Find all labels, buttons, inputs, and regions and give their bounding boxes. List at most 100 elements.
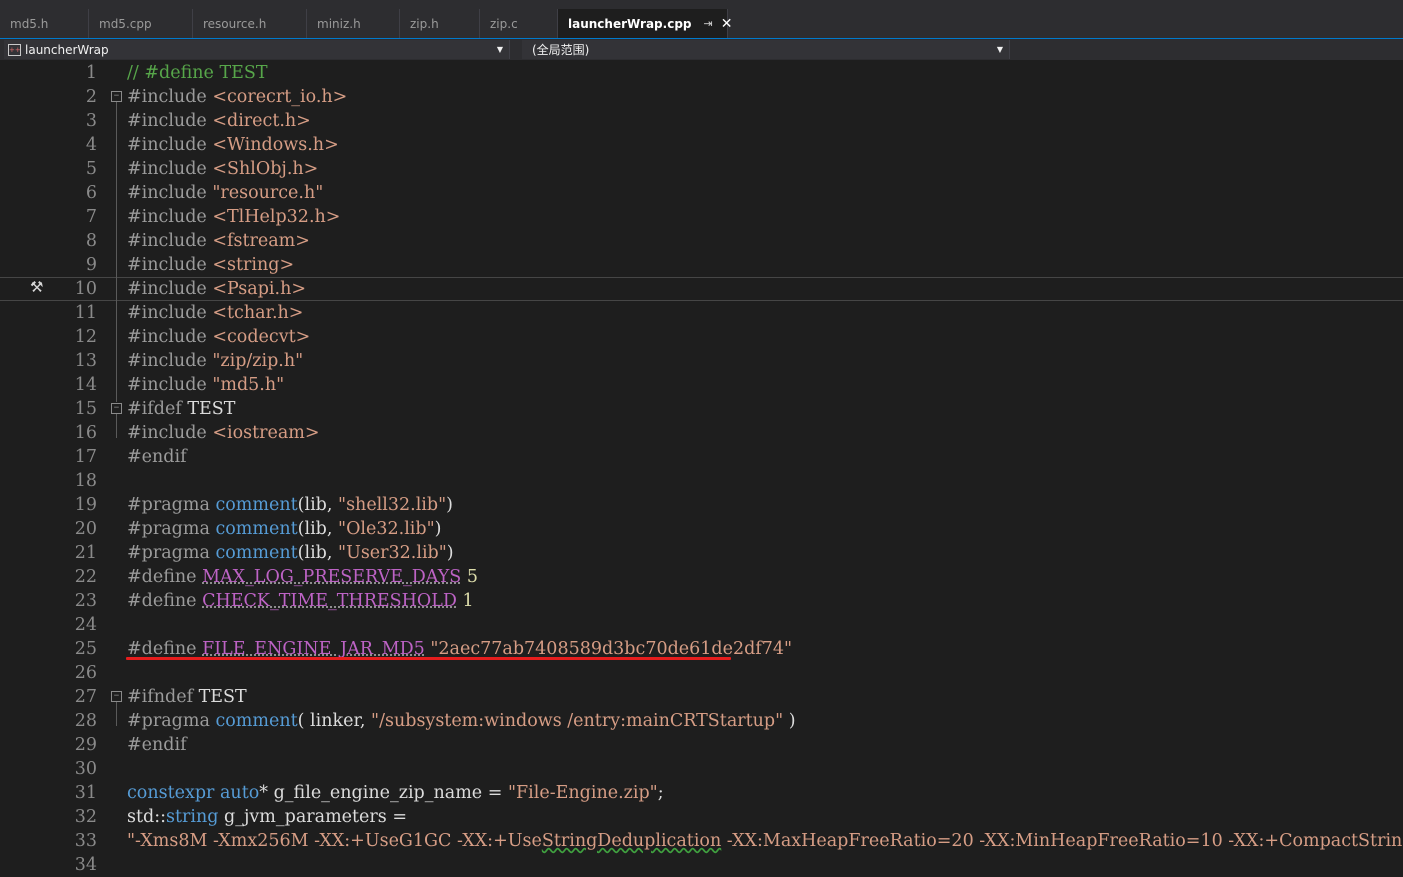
code-token: TEST xyxy=(198,687,247,707)
code-line[interactable]: 4 #include <Windows.h> xyxy=(0,133,1403,157)
code-line[interactable]: 10 #include <Psapi.h> xyxy=(0,277,1403,301)
scope-dropdown[interactable]: (全局范围) ▼ xyxy=(522,40,1010,59)
code-token: constexpr xyxy=(127,783,215,803)
code-token: ; xyxy=(657,783,664,803)
project-name: launcherWrap xyxy=(25,42,109,57)
tab-label: md5.cpp xyxy=(99,16,152,31)
pin-icon[interactable]: ⇥ xyxy=(704,17,713,30)
code-token: <tchar.h> xyxy=(212,303,304,323)
project-dropdown[interactable]: ++ launcherWrap ▼ xyxy=(4,40,510,59)
code-token: (lib, xyxy=(297,519,339,539)
code-line[interactable]: 13 #include "zip/zip.h" xyxy=(0,349,1403,373)
chevron-down-icon: ▼ xyxy=(996,45,1003,54)
code-token: #define xyxy=(127,591,203,611)
code-line[interactable]: 29 #endif xyxy=(0,733,1403,757)
code-token: #include xyxy=(127,303,213,323)
code-token: ( linker, xyxy=(297,711,372,731)
line-number: 3 xyxy=(85,111,97,131)
code-line[interactable]: 30 xyxy=(0,757,1403,781)
line-number: 22 xyxy=(74,567,97,587)
code-token: * g_file_engine_zip_name = xyxy=(259,783,508,803)
line-number: 14 xyxy=(74,375,97,395)
code-token: ) xyxy=(446,495,453,515)
close-icon[interactable]: ✕ xyxy=(721,16,733,32)
code-token: MAX_LOG_PRESERVE_DAYS xyxy=(202,567,462,587)
code-line[interactable]: 5 #include <ShlObj.h> xyxy=(0,157,1403,181)
tab-miniz-h[interactable]: miniz.h xyxy=(307,9,400,38)
code-token: <TlHelp32.h> xyxy=(212,207,341,227)
line-number: 13 xyxy=(74,351,97,371)
code-line[interactable]: 15 #ifdef TEST xyxy=(0,397,1403,421)
code-token: #pragma xyxy=(127,519,216,539)
code-token: #endif xyxy=(127,447,187,467)
code-text: #ifndef TEST xyxy=(127,685,247,709)
code-line[interactable]: 9 #include <string> xyxy=(0,253,1403,277)
code-line[interactable]: 19 #pragma comment(lib, "shell32.lib") xyxy=(0,493,1403,517)
code-token: #pragma xyxy=(127,495,216,515)
code-token: #ifdef xyxy=(127,399,188,419)
tab-label: zip.h xyxy=(410,16,439,31)
code-token: "-Xms8M -Xmx256M -XX:+UseG1GC -XX:+Use xyxy=(127,831,542,851)
code-line[interactable]: 31 constexpr auto* g_file_engine_zip_name… xyxy=(0,781,1403,805)
code-line[interactable]: 33 "-Xms8M -Xmx256M -XX:+UseG1GC -XX:+Use… xyxy=(0,829,1403,853)
code-line[interactable]: 32 std::string g_jvm_parameters = xyxy=(0,805,1403,829)
code-line[interactable]: 12 #include <codecvt> xyxy=(0,325,1403,349)
code-line[interactable]: 14 #include "md5.h" xyxy=(0,373,1403,397)
code-token: #ifndef xyxy=(127,687,199,707)
collapse-icon[interactable]: − xyxy=(111,691,122,702)
code-token: "shell32.lib" xyxy=(338,495,447,515)
hammer-icon[interactable]: ⚒ xyxy=(30,278,43,296)
code-token: 5 xyxy=(466,567,478,587)
tab-md5-h[interactable]: md5.h xyxy=(0,9,89,38)
code-token: string xyxy=(166,807,219,827)
code-line[interactable]: 18 xyxy=(0,469,1403,493)
code-line[interactable]: 3 #include <direct.h> xyxy=(0,109,1403,133)
code-line[interactable]: 8 #include <fstream> xyxy=(0,229,1403,253)
code-line[interactable]: 26 xyxy=(0,661,1403,685)
code-token: #include xyxy=(127,351,213,371)
line-number: 20 xyxy=(74,519,97,539)
line-number: 15 xyxy=(74,399,97,419)
code-line[interactable]: 27 #ifndef TEST xyxy=(0,685,1403,709)
code-line[interactable]: 17 #endif xyxy=(0,445,1403,469)
code-line[interactable]: 34 xyxy=(0,853,1403,877)
code-line[interactable]: 11 #include <tchar.h> xyxy=(0,301,1403,325)
code-line[interactable]: 21 #pragma comment(lib, "User32.lib") xyxy=(0,541,1403,565)
code-token: #include xyxy=(127,183,213,203)
tab-zip-c[interactable]: zip.c xyxy=(480,9,558,38)
code-token: comment xyxy=(215,711,298,731)
line-number: 4 xyxy=(85,135,97,155)
code-line[interactable]: 23 #define CHECK_TIME_THRESHOLD 1 xyxy=(0,589,1403,613)
tab-resource-h[interactable]: resource.h xyxy=(193,9,307,38)
tab-label: launcherWrap.cpp xyxy=(568,16,692,31)
code-token: #define xyxy=(127,639,203,659)
code-text: #include <codecvt> xyxy=(127,325,310,349)
code-line[interactable]: 16 #include <iostream> xyxy=(0,421,1403,445)
code-token: g_jvm_parameters = xyxy=(218,807,407,827)
code-token: <Psapi.h> xyxy=(212,279,307,299)
code-line[interactable]: 1 // #define TEST xyxy=(0,61,1403,85)
code-text: #include <iostream> xyxy=(127,421,320,445)
code-line[interactable]: 7 #include <TlHelp32.h> xyxy=(0,205,1403,229)
code-token: -XX:MaxHeapFreeRatio=20 -XX:MinHeapFreeR… xyxy=(721,831,1403,851)
document-tab-bar: md5.h md5.cpp resource.h miniz.h zip.h z… xyxy=(0,9,1403,40)
collapse-icon[interactable]: − xyxy=(111,403,122,414)
code-line[interactable]: 22 #define MAX_LOG_PRESERVE_DAYS 5 xyxy=(0,565,1403,589)
code-line[interactable]: 20 #pragma comment(lib, "Ole32.lib") xyxy=(0,517,1403,541)
tab-launcherwrap-cpp[interactable]: launcherWrap.cpp ⇥ ✕ xyxy=(558,9,732,38)
line-number: 23 xyxy=(74,591,97,611)
code-text: std::string g_jvm_parameters = xyxy=(127,805,407,829)
code-token: <fstream> xyxy=(212,231,310,251)
code-line[interactable]: 6 #include "resource.h" xyxy=(0,181,1403,205)
code-editor[interactable]: 1 // #define TEST 2 #include <corecrt_io.h>… xyxy=(0,60,1403,875)
code-line[interactable]: 2 #include <corecrt_io.h> xyxy=(0,85,1403,109)
code-text: #pragma comment(lib, "User32.lib") xyxy=(127,541,454,565)
fold-guide xyxy=(116,414,117,438)
collapse-icon[interactable]: − xyxy=(111,91,122,102)
tab-zip-h[interactable]: zip.h xyxy=(400,9,480,38)
line-number: 29 xyxy=(74,735,97,755)
code-line[interactable]: 28 #pragma comment( linker, "/subsystem:w… xyxy=(0,709,1403,733)
code-line[interactable]: 24 xyxy=(0,613,1403,637)
code-token: #include xyxy=(127,87,213,107)
tab-md5-cpp[interactable]: md5.cpp xyxy=(89,9,193,38)
